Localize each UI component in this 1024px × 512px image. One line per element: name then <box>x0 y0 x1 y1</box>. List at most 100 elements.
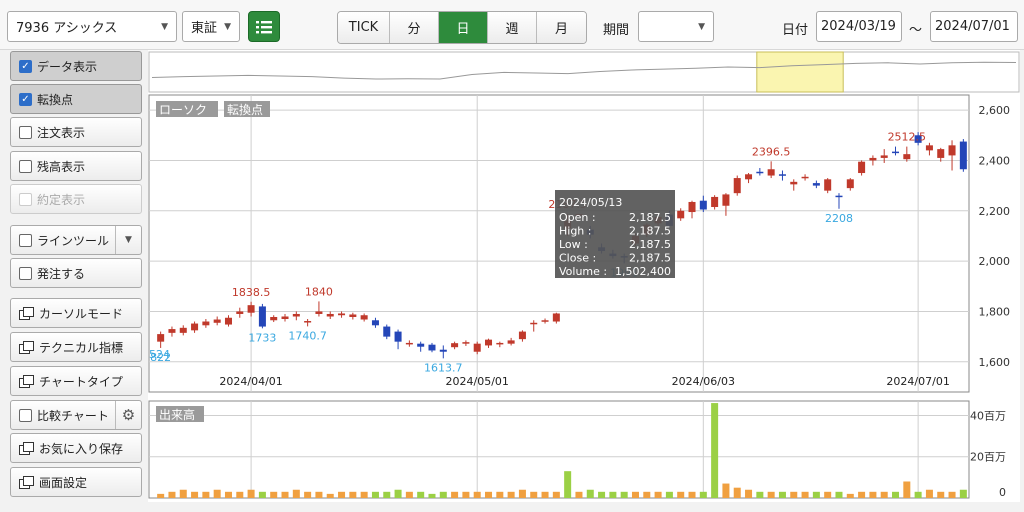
volume-bar <box>767 491 775 498</box>
volume-tick-label: 40百万 <box>970 409 1006 422</box>
volume-bar <box>224 491 232 498</box>
range-label: 期間 <box>603 23 630 38</box>
volume-bar <box>451 491 459 498</box>
date-to-input[interactable]: 2024/07/01 <box>930 11 1018 42</box>
navigator-selection[interactable] <box>756 51 844 93</box>
order-display-toggle[interactable]: 注文表示 <box>10 117 142 147</box>
candle-body <box>417 343 425 347</box>
volume-bar <box>281 491 289 498</box>
candle-body <box>869 157 877 161</box>
pivot-low-label: 1613.7 <box>424 361 463 374</box>
candle-body <box>168 329 176 333</box>
candle-body <box>801 176 809 179</box>
volume-bar <box>756 491 764 498</box>
volume-tick-label: 20百万 <box>970 451 1006 464</box>
candle-body <box>496 342 504 345</box>
chevron-down-icon[interactable]: ▼ <box>115 226 141 254</box>
volume-bar <box>892 491 900 498</box>
tab-minute[interactable]: 分 <box>390 12 439 43</box>
cursor-mode-button[interactable]: カーソルモード <box>10 298 142 328</box>
candle-body <box>236 311 244 314</box>
volume-bar <box>552 491 560 498</box>
candle-body <box>394 331 402 342</box>
list-menu-button[interactable] <box>248 11 280 42</box>
volume-bar <box>258 491 266 498</box>
volume-bar <box>643 491 651 498</box>
volume-bar <box>586 489 594 498</box>
volume-bar <box>485 491 493 498</box>
turning-points-toggle[interactable]: ✓ 転換点 <box>10 84 142 114</box>
chart-type-button[interactable]: チャートタイプ <box>10 366 142 396</box>
gear-icon[interactable]: ⚙ <box>115 401 141 429</box>
execution-display-toggle: 約定表示 <box>10 184 142 214</box>
stock-chart[interactable]: 2,6002,4002,2002,0001,8001,600 8221838.5… <box>148 50 1020 502</box>
volume-bar <box>880 491 888 498</box>
candle-body <box>518 331 526 340</box>
market-value: 東証 <box>191 21 218 36</box>
list-icon <box>256 20 272 33</box>
tab-week[interactable]: 週 <box>488 12 537 43</box>
volume-bar <box>541 491 549 498</box>
candle-body <box>371 320 379 326</box>
checkbox-icon <box>19 159 32 173</box>
candle-body <box>756 171 764 174</box>
tooltip-row-key: Open : <box>559 211 596 224</box>
data-display-toggle[interactable]: ✓ データ表示 <box>10 51 142 81</box>
tab-month[interactable]: 月 <box>537 12 586 43</box>
candle-body <box>824 179 832 191</box>
candle-body <box>699 200 707 210</box>
volume-bar <box>360 491 368 498</box>
navigator-frame[interactable] <box>148 51 1020 93</box>
place-order-toggle[interactable]: 発注する <box>10 258 142 288</box>
volume-bar <box>292 489 300 498</box>
date-from-input[interactable]: 2024/03/19 <box>816 11 902 42</box>
volume-bar <box>846 493 854 498</box>
volume-bar <box>869 491 877 498</box>
tooltip-row-value: 2,187.5 <box>629 211 671 224</box>
volume-bar <box>417 491 425 498</box>
period-tabs: TICK 分 日 週 月 <box>337 11 587 44</box>
volume-bar <box>620 491 628 498</box>
date-tick-label: 2024/07/01 <box>886 375 949 388</box>
checkbox-icon <box>19 266 32 280</box>
pivot-high-label: 1838.5 <box>232 286 271 299</box>
place-order-label: 発注する <box>37 266 86 281</box>
pivot-low-label: 2208 <box>825 212 853 225</box>
volume-bar <box>191 491 199 498</box>
candle-body <box>258 306 266 327</box>
pivot-badge: 転換点 <box>227 103 263 117</box>
candle-body <box>485 339 493 346</box>
pivot-high-label: 2512.5 <box>888 131 927 144</box>
tab-tick[interactable]: TICK <box>338 12 390 43</box>
candle-body <box>292 313 300 317</box>
symbol-select[interactable]: 7936 アシックス ▼ <box>7 11 177 42</box>
checkbox-checked-icon: ✓ <box>19 59 32 73</box>
balance-display-toggle[interactable]: 残高表示 <box>10 151 142 181</box>
turning-points-label: 転換点 <box>37 92 74 107</box>
tab-day[interactable]: 日 <box>439 12 488 43</box>
window-icon <box>19 341 34 354</box>
range-select[interactable]: ▼ <box>638 11 714 42</box>
volume-bar <box>496 491 504 498</box>
volume-bar <box>722 483 730 498</box>
volume-bar <box>247 489 255 498</box>
volume-bar <box>598 491 606 498</box>
candle-body <box>677 210 685 219</box>
pivot-low-label: 1740.7 <box>288 329 327 342</box>
volume-bar <box>202 491 210 498</box>
volume-bar <box>733 487 741 498</box>
market-select[interactable]: 東証 ▼ <box>182 11 240 42</box>
technical-indicator-button[interactable]: テクニカル指標 <box>10 332 142 362</box>
candle-body <box>892 151 900 154</box>
line-tool-button[interactable]: ラインツール ▼ <box>10 225 142 255</box>
candle-body <box>959 141 967 170</box>
chart-area[interactable]: 2,600 2,400 2,200 2,000 1,800 1,600 822 1838.5… <box>148 50 1020 502</box>
checkbox-icon <box>19 192 32 206</box>
compare-chart-toggle[interactable]: 比較チャート ⚙ <box>10 400 142 430</box>
volume-bar <box>575 491 583 498</box>
save-favorite-button[interactable]: お気に入り保存 <box>10 433 142 463</box>
volume-bar <box>914 491 922 498</box>
execution-display-label: 約定表示 <box>37 192 86 207</box>
screen-settings-button[interactable]: 画面設定 <box>10 467 142 497</box>
volume-bar <box>304 491 312 498</box>
